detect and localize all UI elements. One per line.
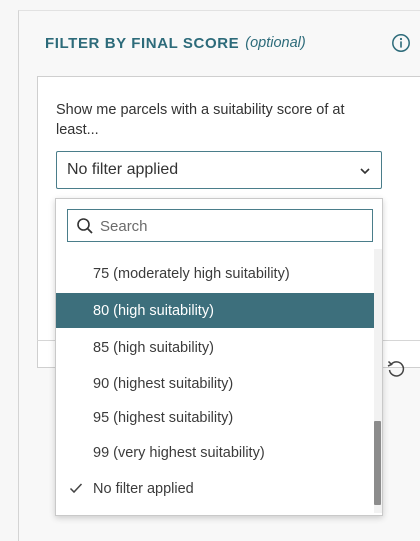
dropdown-option[interactable]: 75 (moderately high suitability) (56, 256, 374, 291)
score-dropdown-menu: 75 (moderately high suitability) 80 (hig… (55, 198, 383, 516)
dropdown-option[interactable]: 85 (high suitability) (56, 330, 374, 365)
option-label: 95 (highest suitability) (93, 409, 234, 426)
dropdown-option[interactable]: 95 (highest suitability) (56, 400, 374, 435)
option-label: 99 (very highest suitability) (93, 444, 265, 461)
chevron-down-icon (360, 168, 370, 175)
check-icon (69, 483, 83, 494)
info-icon[interactable] (391, 33, 411, 53)
dropdown-option-highlighted[interactable]: 80 (high suitability) (56, 293, 374, 328)
option-label: 75 (moderately high suitability) (93, 265, 290, 282)
dropdown-scrollbar-thumb[interactable] (374, 421, 381, 505)
score-select[interactable]: No filter applied (56, 151, 382, 189)
option-label: 80 (high suitability) (93, 302, 214, 319)
panel-optional-label: (optional) (245, 35, 306, 51)
panel-title: FILTER BY FINAL SCORE (45, 34, 240, 52)
search-input[interactable] (98, 214, 362, 238)
panel-header: FILTER BY FINAL SCORE (optional) (45, 30, 306, 56)
option-label: 85 (high suitability) (93, 339, 214, 356)
dropdown-option-checked[interactable]: No filter applied (56, 471, 374, 506)
dropdown-option[interactable]: 90 (highest suitability) (56, 366, 374, 401)
score-select-value: No filter applied (67, 161, 179, 178)
dropdown-option[interactable]: 99 (very highest suitability) (56, 435, 374, 470)
option-label: No filter applied (93, 480, 194, 497)
dropdown-search[interactable] (67, 209, 373, 242)
search-icon (77, 218, 93, 234)
filter-prompt: Show me parcels with a suitability score… (56, 102, 345, 138)
option-label: 90 (highest suitability) (93, 375, 234, 392)
reset-icon[interactable] (385, 358, 407, 380)
